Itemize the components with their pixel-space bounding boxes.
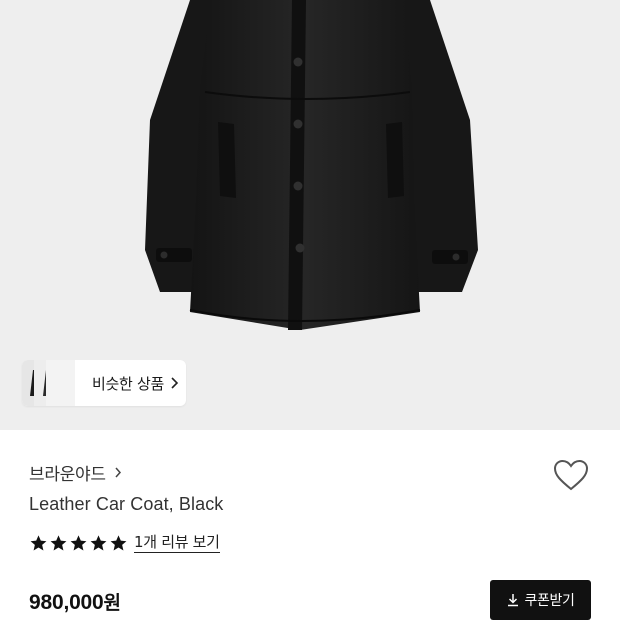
similar-thumbnail xyxy=(46,360,76,406)
coupon-download-button[interactable]: 쿠폰받기 xyxy=(490,580,591,620)
star-icon xyxy=(109,534,128,553)
similar-products-label: 비슷한 상품 xyxy=(92,374,164,393)
price: 980,000원 xyxy=(29,588,121,615)
price-value: 980,000 xyxy=(29,591,104,614)
brand-link[interactable]: 브라운야드 xyxy=(29,460,122,485)
similar-thumbnails xyxy=(22,360,76,406)
price-unit: 원 xyxy=(103,592,121,614)
star-icon xyxy=(29,534,48,553)
brand-name: 브라운야드 xyxy=(29,465,106,485)
chevron-right-icon xyxy=(170,376,179,390)
star-icon xyxy=(49,534,68,553)
similar-products-button[interactable]: 비슷한 상품 xyxy=(22,360,186,406)
review-link[interactable]: 1개 리뷰 보기 xyxy=(134,534,220,553)
download-icon xyxy=(507,593,519,607)
product-info-section: 브라운야드 Leather Car Coat, Black 1개 리뷰 보기 9… xyxy=(0,430,620,620)
chevron-right-icon xyxy=(114,466,122,479)
star-icon xyxy=(69,534,88,553)
wishlist-button[interactable] xyxy=(552,458,590,492)
coupon-label: 쿠폰받기 xyxy=(524,593,575,609)
star-rating xyxy=(29,534,128,553)
heart-outline-icon xyxy=(553,459,589,491)
star-icon xyxy=(89,534,108,553)
rating-row: 1개 리뷰 보기 xyxy=(29,534,220,553)
product-image-area[interactable]: 비슷한 상품 xyxy=(0,0,620,430)
product-title: Leather Car Coat, Black xyxy=(29,494,224,514)
